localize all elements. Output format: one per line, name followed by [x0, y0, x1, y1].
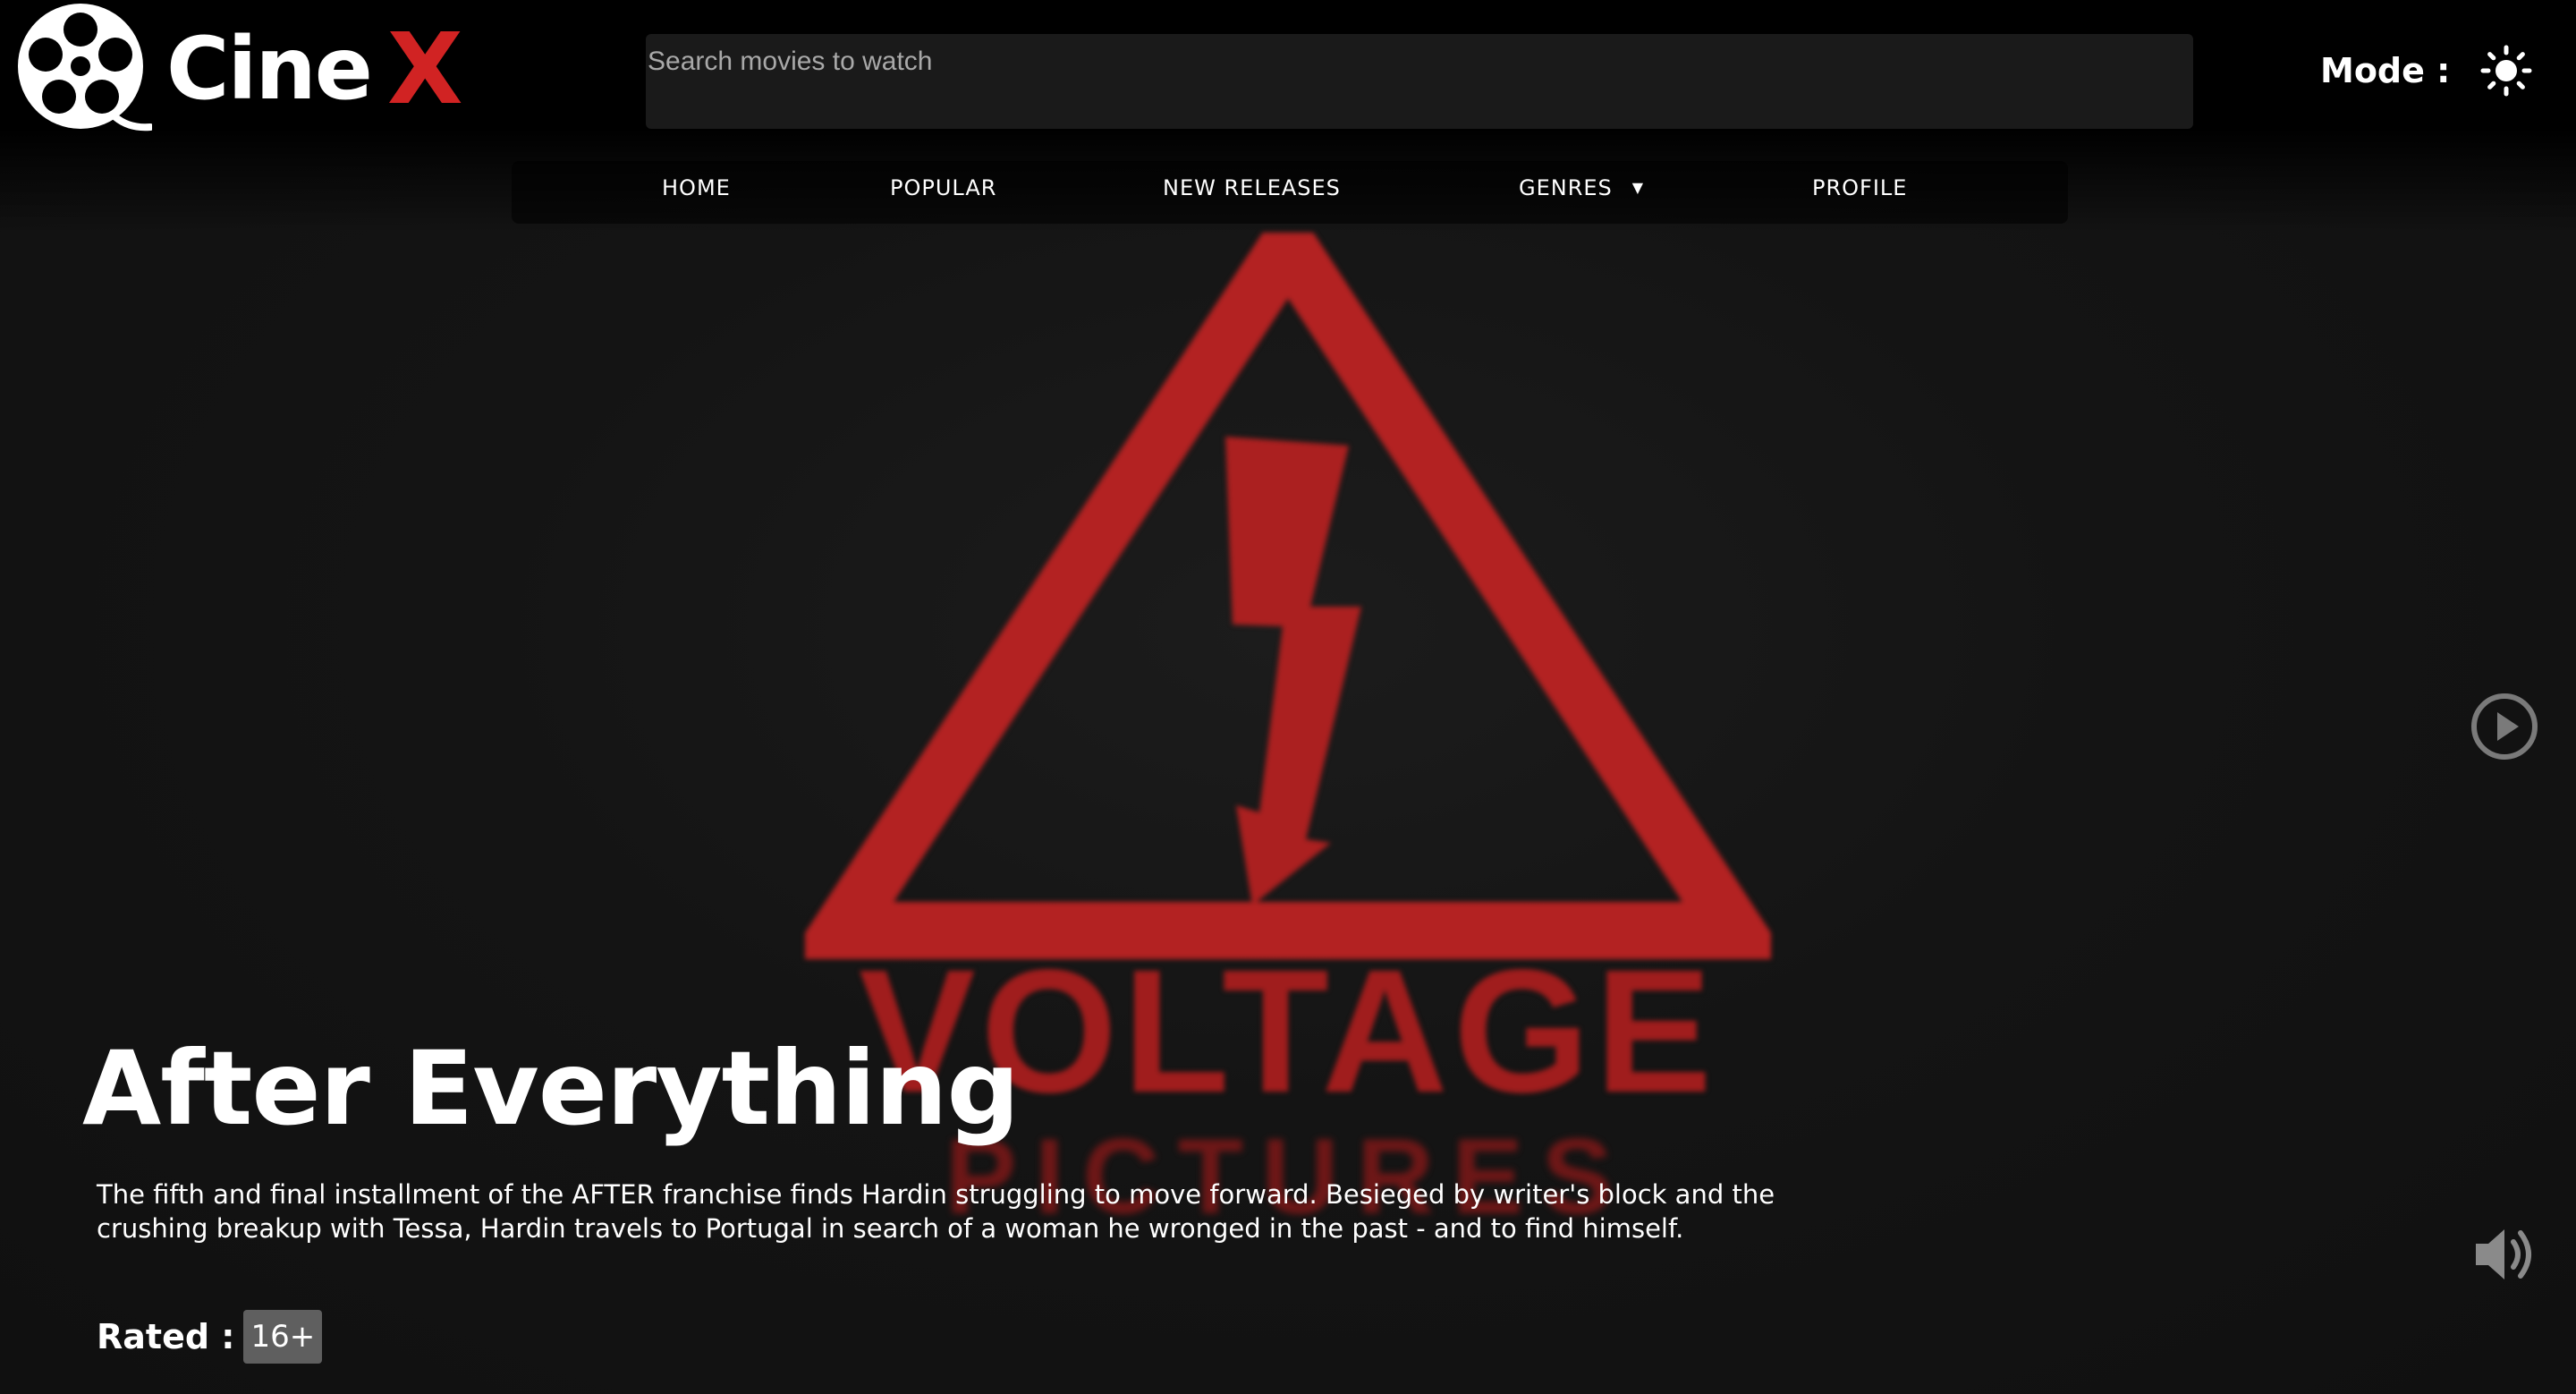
nav-profile[interactable]: PROFILE: [1812, 175, 1907, 200]
nav-home[interactable]: HOME: [662, 175, 731, 200]
brand-x: X: [386, 12, 463, 126]
brand-name: Cine: [166, 19, 373, 119]
volume-icon[interactable]: [2470, 1220, 2538, 1288]
rating-label: Rated :: [97, 1317, 235, 1356]
logo[interactable]: Cine X: [16, 2, 463, 136]
search-input[interactable]: [646, 34, 2193, 129]
nav-genres[interactable]: GENRES ▼: [1519, 175, 1644, 200]
movie-title: After Everything: [82, 1029, 1020, 1148]
nav-new-releases[interactable]: NEW RELEASES: [1163, 175, 1341, 200]
movie-description: The fifth and final installment of the A…: [97, 1179, 1775, 1244]
mode-label: Mode :: [2320, 51, 2451, 90]
sun-icon[interactable]: [2480, 45, 2532, 97]
movie-rating: Rated : 16+: [97, 1310, 323, 1364]
rating-badge: 16+: [243, 1310, 323, 1364]
caret-down-icon: ▼: [1631, 179, 1645, 196]
page: VOLTAGE PICTURES Cine X Mode :: [0, 0, 2576, 1394]
nav-popular[interactable]: POPULAR: [890, 175, 996, 200]
main-nav: HOME POPULAR NEW RELEASES GENRES ▼ PROFIL…: [512, 161, 2068, 224]
nav-genres-label: GENRES: [1519, 175, 1613, 200]
play-circle-icon[interactable]: [2469, 691, 2540, 762]
mode-toggle[interactable]: Mode :: [2320, 45, 2532, 97]
film-reel-icon: [18, 4, 152, 132]
